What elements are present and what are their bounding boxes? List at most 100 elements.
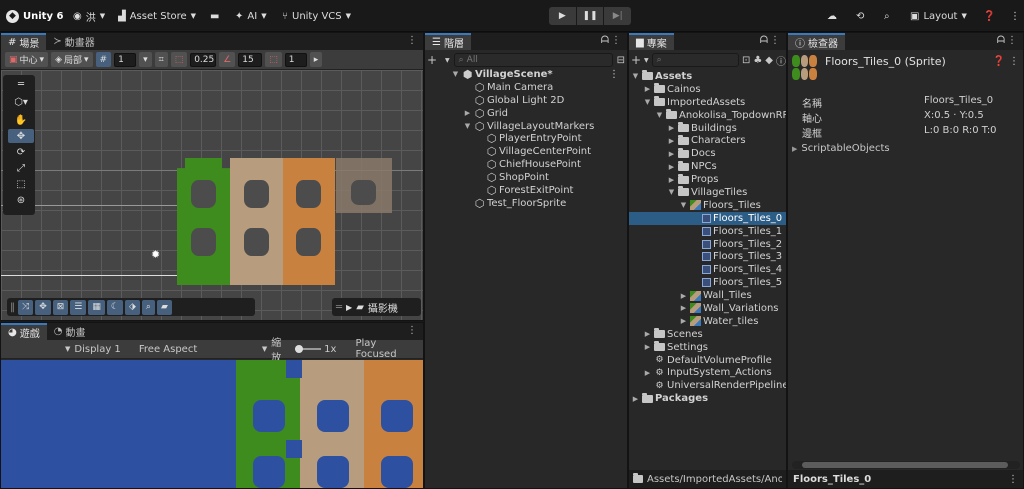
chevron-down-icon[interactable]: ▼: [65, 345, 70, 353]
project-item[interactable]: Floors_Tiles_2: [629, 238, 786, 251]
hierarchy-item[interactable]: ⬡ ForestExitPoint: [425, 184, 627, 197]
tab-project[interactable]: ▆ 專案: [629, 33, 674, 50]
move-tool-icon[interactable]: ✥: [8, 129, 34, 143]
package-manager-button[interactable]: ▬: [210, 8, 219, 24]
scroll-right-button[interactable]: ▸: [309, 52, 323, 67]
ai-button[interactable]: ✦ AI ▼: [235, 8, 267, 24]
tab-animator[interactable]: ≻ 動畫器: [46, 33, 101, 50]
project-item[interactable]: ▼ Floors_Tiles: [629, 199, 786, 212]
tab-inspector[interactable]: ⓘ 檢查器: [788, 33, 845, 50]
search-by-type-icon[interactable]: ⊡: [742, 55, 750, 66]
chevron-down-icon[interactable]: ▼: [643, 98, 652, 106]
project-item[interactable]: ▶ Cainos: [629, 83, 786, 96]
lock-icon[interactable]: ᗩ: [760, 35, 768, 46]
project-item[interactable]: ▶ Wall_Variations: [629, 302, 786, 315]
cloud-icon[interactable]: ☁: [827, 8, 837, 24]
overlay-shuffle-icon[interactable]: ⤨: [18, 299, 34, 315]
chevron-down-icon[interactable]: ▼: [463, 122, 472, 130]
project-item[interactable]: ▶ Water_tiles: [629, 315, 786, 328]
add-icon[interactable]: +: [427, 53, 441, 67]
project-item[interactable]: Floors_Tiles_0: [629, 211, 786, 225]
hierarchy-item[interactable]: ▶ ⬡ Grid: [425, 107, 627, 120]
overlay-move-icon[interactable]: ✥: [35, 299, 51, 315]
rotation-snap-button[interactable]: ∠: [219, 52, 236, 67]
project-item[interactable]: ▶ Packages: [629, 392, 786, 405]
project-item[interactable]: ▶ Scenes: [629, 328, 786, 341]
project-item[interactable]: ▶ Wall_Tiles: [629, 289, 786, 302]
chevron-right-icon[interactable]: ▶: [643, 330, 652, 338]
hierarchy-item[interactable]: ⬡ Global Light 2D: [425, 94, 627, 107]
rotate-tool-icon[interactable]: ⟳: [8, 145, 34, 159]
hierarchy-item[interactable]: ⬡ ShopPoint: [425, 171, 627, 184]
scrollbar-thumb[interactable]: [802, 462, 1008, 468]
increment-snap-button[interactable]: ⬚: [170, 52, 188, 67]
chevron-right-icon[interactable]: ▶: [631, 395, 640, 403]
more-menu-icon[interactable]: ⋮: [1009, 56, 1019, 67]
project-item[interactable]: ▼ ImportedAssets: [629, 96, 786, 109]
project-item[interactable]: ▶ NPCs: [629, 160, 786, 173]
panel-menu-icon[interactable]: ⋮: [407, 325, 417, 336]
panel-menu-icon[interactable]: ⋮: [770, 35, 780, 46]
pause-button[interactable]: ❚❚: [576, 7, 604, 25]
hierarchy-item[interactable]: ⬡ PlayerEntryPoint: [425, 132, 627, 145]
project-item[interactable]: ▼ VillageTiles: [629, 186, 786, 199]
add-icon[interactable]: +: [631, 53, 641, 67]
user-account-button[interactable]: ◉ 洪 ▼: [73, 8, 105, 24]
project-item[interactable]: ▶ ⚙ InputSystem_Actions: [629, 366, 786, 379]
project-item[interactable]: Floors_Tiles_3: [629, 250, 786, 263]
play-button[interactable]: ▶: [549, 7, 576, 25]
camera-overlay[interactable]: ═ ▶ ▰ 攝影機: [332, 298, 421, 316]
hierarchy-item[interactable]: ⬡ ChiefHousePoint: [425, 158, 627, 171]
scene-viewport[interactable]: ✹ ═ ⬡▾ ✋ ✥ ⟳ ⤢ ⬚ ⊛ ‖ ⤨ ✥ ⊠ ☰ ▦ ☾ ⬗ ⌕ ▰ ═…: [1, 70, 423, 320]
layout-dropdown[interactable]: ▣ Layout ▼: [910, 8, 967, 24]
space-dropdown[interactable]: ◈ 局部 ▾: [51, 52, 93, 67]
hierarchy-item[interactable]: ⬡ Test_FloorSprite: [425, 197, 627, 210]
overlay-align-icon[interactable]: ☰: [70, 299, 87, 315]
pivot-dropdown[interactable]: ▣ 中心 ▾: [5, 52, 49, 67]
chevron-right-icon[interactable]: ▶: [679, 304, 688, 312]
chevron-down-icon[interactable]: ▼: [679, 201, 688, 209]
grid-toggle-button[interactable]: #: [95, 52, 112, 67]
overlay-moon-icon[interactable]: ☾: [106, 299, 123, 315]
project-item[interactable]: ▼ Assets: [629, 70, 786, 83]
light-gizmo-icon[interactable]: ✹: [151, 248, 160, 261]
rect-tool-icon[interactable]: ⬚: [8, 177, 34, 191]
project-item[interactable]: ▶ Docs: [629, 147, 786, 160]
scene-menu-icon[interactable]: ⋮: [609, 69, 627, 80]
overlay-hatch-icon[interactable]: ▦: [88, 299, 105, 315]
chevron-right-icon[interactable]: ▶: [679, 317, 688, 325]
project-item[interactable]: ▼ Anokolisa_TopdownRPG: [629, 109, 786, 122]
chevron-down-icon[interactable]: ▼: [655, 111, 664, 119]
chevron-right-icon[interactable]: ▶: [463, 109, 472, 117]
overlay-layers-icon[interactable]: ⬗: [124, 299, 140, 315]
project-item[interactable]: Floors_Tiles_4: [629, 263, 786, 276]
chevron-right-icon[interactable]: ▶: [679, 292, 688, 300]
chevron-down-icon[interactable]: ▼: [262, 345, 267, 353]
filter-icon[interactable]: ⊟: [617, 55, 625, 66]
history-icon[interactable]: ⟲: [856, 8, 864, 24]
project-item[interactable]: ▶ Characters: [629, 134, 786, 147]
hierarchy-item[interactable]: ⬡ Main Camera: [425, 81, 627, 94]
zoom-slider[interactable]: [294, 344, 321, 354]
snap-value-field[interactable]: 0.25: [190, 52, 217, 67]
scriptable-objects-foldout[interactable]: ▶ ScriptableObjects: [792, 143, 890, 154]
grid-dropdown[interactable]: ▾: [139, 52, 152, 67]
chevron-right-icon[interactable]: ▶: [667, 163, 676, 171]
chevron-down-icon[interactable]: ▼: [667, 188, 676, 196]
panel-menu-icon[interactable]: ⋮: [407, 35, 417, 46]
chevron-down-icon[interactable]: ▼: [445, 57, 450, 64]
project-item[interactable]: ⚙ DefaultVolumeProfile: [629, 354, 786, 367]
scale-value-field[interactable]: 1: [284, 52, 307, 67]
more-menu-icon[interactable]: ⋮: [1008, 474, 1018, 485]
hierarchy-item[interactable]: ▼ ⬢ VillageScene* ⋮: [425, 68, 627, 81]
scale-snap-button[interactable]: ⬚: [265, 52, 282, 67]
hierarchy-item[interactable]: ⬡ VillageCenterPoint: [425, 145, 627, 158]
tab-animation[interactable]: ◔ 動畫: [47, 323, 93, 340]
overlay-camera-icon[interactable]: ▰: [156, 299, 172, 315]
chevron-right-icon[interactable]: ▶: [643, 85, 652, 93]
tab-hierarchy[interactable]: ☰ 階層: [425, 33, 471, 50]
view-options-icon[interactable]: ⬡▾: [8, 95, 34, 109]
tab-game[interactable]: ◕ 遊戲: [1, 323, 47, 340]
error-filter-icon[interactable]: ⓘ: [776, 53, 786, 68]
project-item[interactable]: ⚙ UniversalRenderPipelineGl: [629, 379, 786, 392]
